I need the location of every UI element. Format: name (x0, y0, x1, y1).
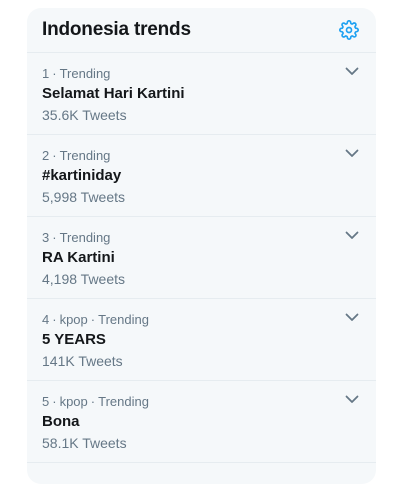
trend-list: 1 · Trending Selamat Hari Kartini 35.6K Tw… (27, 53, 376, 463)
trend-rank: 2 (42, 148, 50, 163)
meta-separator: · (52, 230, 57, 245)
trend-label: Trending (59, 230, 111, 245)
trend-category: kpop (59, 394, 88, 409)
trend-label: Trending (59, 148, 111, 163)
trend-rank: 3 (42, 230, 50, 245)
trend-category: kpop (59, 312, 88, 327)
trend-name: 5 YEARS (42, 331, 106, 348)
trends-header: Indonesia trends (27, 8, 376, 53)
chevron-down-icon (345, 149, 359, 157)
meta-separator: · (52, 66, 57, 81)
trend-name: Bona (42, 413, 80, 430)
chevron-down-icon (345, 395, 359, 403)
trend-name: #kartiniday (42, 167, 122, 184)
trend-options-button[interactable] (343, 144, 361, 162)
trend-meta: 3 · Trending (42, 230, 361, 246)
settings-button[interactable] (337, 18, 361, 42)
trend-name: Selamat Hari Kartini (42, 85, 185, 102)
trend-label: Trending (98, 394, 149, 409)
gear-icon (339, 20, 359, 40)
meta-separator: · (90, 312, 96, 327)
meta-separator: · (52, 394, 57, 409)
trend-options-button[interactable] (343, 308, 361, 326)
trend-rank: 5 (42, 394, 50, 409)
trend-meta: 2 · Trending (42, 148, 361, 164)
trend-tweet-count: 35.6K Tweets (42, 107, 127, 123)
trend-tweet-count: 58.1K Tweets (42, 435, 127, 451)
meta-separator: · (52, 312, 57, 327)
trend-meta: 1 · Trending (42, 66, 361, 82)
meta-separator: · (90, 394, 96, 409)
trend-item-4[interactable]: 4 · kpop · Trending 5 YEARS 141K Tweets (27, 299, 376, 381)
trend-tweet-count: 4,198 Tweets (42, 271, 126, 287)
trend-meta: 4 · kpop · Trending (42, 312, 361, 328)
trend-rank: 1 (42, 66, 50, 81)
trends-panel: Indonesia trends 1 · Trending Selamat Hari… (27, 8, 376, 484)
chevron-down-icon (345, 67, 359, 75)
trend-tweet-count: 141K Tweets (42, 353, 123, 369)
trend-options-button[interactable] (343, 226, 361, 244)
trend-label: Trending (98, 312, 149, 327)
trend-item-1[interactable]: 1 · Trending Selamat Hari Kartini 35.6K Tw… (27, 53, 376, 135)
trend-name: RA Kartini (42, 249, 115, 266)
trend-tweet-count: 5,998 Tweets (42, 189, 126, 205)
trend-options-button[interactable] (343, 62, 361, 80)
trend-rank: 4 (42, 312, 50, 327)
trend-item-3[interactable]: 3 · Trending RA Kartini 4,198 Tweets (27, 217, 376, 299)
trend-label: Trending (59, 66, 111, 81)
chevron-down-icon (345, 313, 359, 321)
meta-separator: · (52, 148, 57, 163)
chevron-down-icon (345, 231, 359, 239)
trend-options-button[interactable] (343, 390, 361, 408)
trend-item-2[interactable]: 2 · Trending #kartiniday 5,998 Tweets (27, 135, 376, 217)
trends-title: Indonesia trends (42, 19, 191, 40)
trend-item-5[interactable]: 5 · kpop · Trending Bona 58.1K Tweets (27, 381, 376, 463)
trend-meta: 5 · kpop · Trending (42, 394, 361, 410)
